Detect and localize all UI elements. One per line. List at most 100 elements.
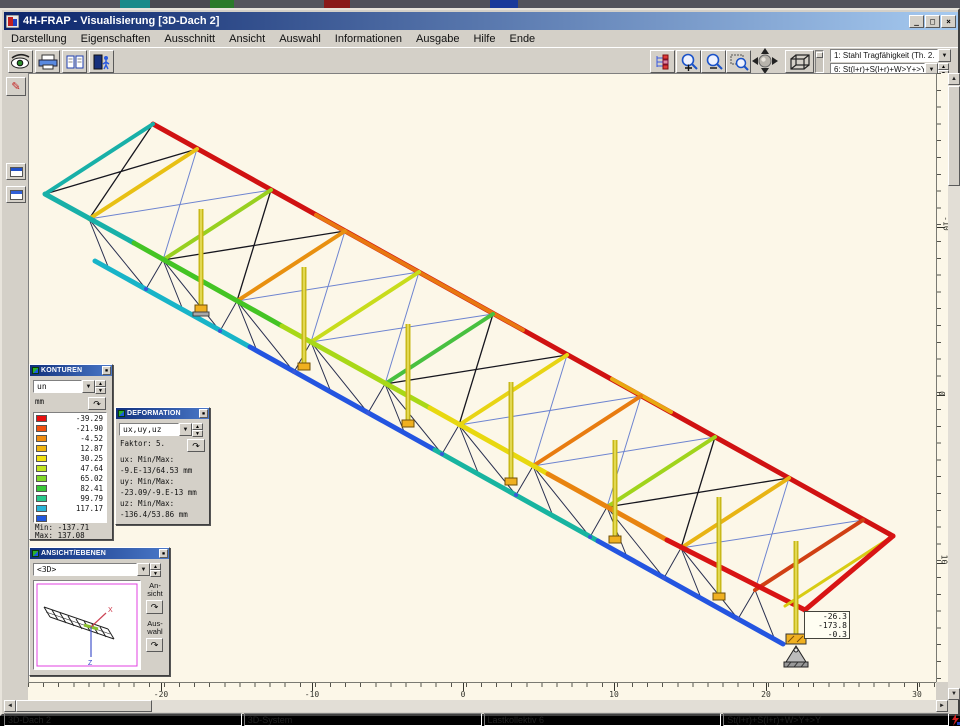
- legend-swatch: [36, 425, 47, 432]
- apply-arrow-icon: ↷: [93, 400, 101, 408]
- deformation-apply-button[interactable]: ↷: [187, 439, 205, 452]
- edit-button[interactable]: ✎: [6, 77, 26, 96]
- window-title: 4H-FRAP - Visualisierung [3D-Dach 2]: [23, 15, 908, 27]
- legend-value: -4.52: [47, 434, 106, 443]
- konturen-apply-button[interactable]: ↷: [88, 397, 106, 410]
- konturen-combo-arrow-icon[interactable]: ▼: [82, 380, 95, 393]
- auswahl-apply-button[interactable]: ↷: [146, 638, 163, 652]
- spin-down-icon[interactable]: ▼: [95, 387, 106, 394]
- toolbar: 1: Stahl Tragfähigkeit (Th. 2. O ▼ 6: St…: [4, 47, 958, 74]
- legend-swatch: [36, 455, 47, 462]
- eye-icon: [10, 53, 31, 70]
- konturen-titlebar[interactable]: KONTUREN ▪: [30, 365, 112, 376]
- preview-button[interactable]: [8, 50, 33, 73]
- legend-swatch: [36, 415, 47, 422]
- ansicht-combo-value[interactable]: <3D>: [33, 563, 137, 576]
- ansicht-titlebar[interactable]: ANSICHT/EBENEN ▪: [30, 548, 169, 559]
- spin-down-icon[interactable]: ▼: [192, 430, 203, 437]
- cube-rotate-slider[interactable]: [815, 50, 824, 73]
- spin-up-icon[interactable]: ▲: [150, 563, 161, 570]
- deformation-combo[interactable]: ux,uy,uz ▼ ▲ ▼: [119, 423, 203, 436]
- scroll-down-icon[interactable]: ▼: [948, 688, 960, 700]
- zoom-in-button[interactable]: [676, 50, 701, 73]
- faktor-value: 5.: [156, 438, 165, 449]
- konturen-spinner[interactable]: ▲ ▼: [95, 380, 106, 393]
- result-combo-value[interactable]: 1: Stahl Tragfähigkeit (Th. 2. O: [830, 49, 938, 62]
- deformation-close-icon[interactable]: ▪: [199, 409, 208, 418]
- minimized-panel-button-2[interactable]: [6, 186, 26, 203]
- konturen-combo-value[interactable]: un: [33, 380, 82, 393]
- spin-up-icon[interactable]: ▲: [192, 423, 203, 430]
- ansicht-panel[interactable]: ANSICHT/EBENEN ▪ <3D> ▼ ▲ ▼: [29, 547, 170, 676]
- left-tool-strip: ✎: [4, 73, 29, 710]
- spin-up-icon[interactable]: ▲: [938, 63, 949, 70]
- left-support: [193, 312, 209, 316]
- menu-auswahl[interactable]: Auswahl: [272, 32, 328, 46]
- ansicht-combo[interactable]: <3D> ▼ ▲ ▼: [33, 563, 161, 576]
- deformation-combo-value[interactable]: ux,uy,uz: [119, 423, 179, 436]
- deformation-spinner[interactable]: ▲ ▼: [192, 423, 203, 436]
- apply-arrow-icon: ↷: [151, 603, 159, 611]
- spin-down-icon[interactable]: ▼: [150, 570, 161, 577]
- konturen-panel[interactable]: KONTUREN ▪ un ▼ ▲ ▼ mm ↷ -39.29 -21.90 -…: [29, 364, 113, 540]
- konturen-close-icon[interactable]: ▪: [102, 366, 111, 375]
- v-scroll-thumb[interactable]: [948, 86, 960, 186]
- deformation-panel[interactable]: DEFORMATION ▪ ux,uy,uz ▼ ▲ ▼ Faktor: 5. …: [115, 407, 210, 525]
- close-button[interactable]: ×: [941, 15, 956, 28]
- cube-slider-thumb[interactable]: [816, 52, 823, 58]
- far-top-chord: [153, 124, 893, 536]
- scroll-left-icon[interactable]: ◄: [4, 700, 16, 712]
- menu-ausschnitt[interactable]: Ausschnitt: [157, 32, 222, 46]
- result-combo-arrow-icon[interactable]: ▼: [938, 49, 951, 62]
- ansicht-combo-arrow-icon[interactable]: ▼: [137, 563, 150, 576]
- ansicht-spinner[interactable]: ▲ ▼: [150, 563, 161, 576]
- print-button[interactable]: [35, 50, 60, 73]
- zoom-out-button[interactable]: [701, 50, 726, 73]
- structure-tree-button[interactable]: [650, 50, 675, 73]
- horizontal-scrollbar[interactable]: ◄ ►: [4, 700, 948, 712]
- deformation-titlebar[interactable]: DEFORMATION ▪: [116, 408, 209, 419]
- result-combo[interactable]: 1: Stahl Tragfähigkeit (Th. 2. O ▼: [830, 49, 951, 62]
- apply-arrow-icon: ↷: [151, 641, 159, 649]
- viewport-3d[interactable]: -26.3 -173.8 -0.3 KONTUREN ▪ un ▼ ▲ ▼ mm…: [28, 73, 936, 682]
- app-icon: [6, 15, 19, 28]
- scroll-up-icon[interactable]: ▲: [948, 73, 960, 85]
- uz-value: -136.4/53.86 mm: [120, 509, 197, 520]
- view-preview[interactable]: X Z: [33, 580, 141, 670]
- h-scroll-thumb[interactable]: [16, 700, 152, 712]
- deformation-combo-arrow-icon[interactable]: ▼: [179, 423, 192, 436]
- minimize-button[interactable]: _: [909, 15, 924, 28]
- title-bar[interactable]: 4H-FRAP - Visualisierung [3D-Dach 2] _ □…: [4, 12, 958, 30]
- menu-ende[interactable]: Ende: [502, 32, 542, 46]
- menu-darstellung[interactable]: Darstellung: [4, 32, 74, 46]
- legend-swatch: [36, 435, 47, 442]
- vertical-scrollbar[interactable]: ▲ ▼: [948, 73, 960, 700]
- panel-icon: [32, 367, 39, 374]
- h-ruler-label: 0: [461, 690, 466, 699]
- annotation-line-1: -26.3: [807, 612, 847, 621]
- maximize-button[interactable]: □: [925, 15, 940, 28]
- menu-eigenschaften[interactable]: Eigenschaften: [74, 32, 158, 46]
- app-window: 4H-FRAP - Visualisierung [3D-Dach 2] _ □…: [0, 8, 960, 716]
- exit-button[interactable]: [89, 50, 114, 73]
- faktor-label: Faktor:: [120, 438, 152, 449]
- menu-informationen[interactable]: Informationen: [328, 32, 409, 46]
- contour-legend: -39.29 -21.90 -4.52 12.87 30.25 47.64 65…: [33, 412, 107, 523]
- panel-icon: [118, 410, 125, 417]
- legend-swatch: [36, 465, 47, 472]
- minimized-panel-button-1[interactable]: [6, 163, 26, 180]
- konturen-combo[interactable]: un ▼ ▲ ▼: [33, 380, 106, 393]
- menu-hilfe[interactable]: Hilfe: [466, 32, 502, 46]
- scroll-right-icon[interactable]: ►: [936, 700, 948, 712]
- pages-button[interactable]: [62, 50, 87, 73]
- ansicht-label-line2: sicht: [145, 590, 165, 598]
- ansicht-apply-button[interactable]: ↷: [146, 600, 163, 614]
- menu-ausgabe[interactable]: Ausgabe: [409, 32, 466, 46]
- mini-window-edit-icon: [10, 190, 23, 200]
- menu-ansicht[interactable]: Ansicht: [222, 32, 272, 46]
- cube-view-button[interactable]: [785, 50, 814, 73]
- ansicht-close-icon[interactable]: ▪: [159, 549, 168, 558]
- v-ruler-label: 0: [937, 391, 946, 396]
- spin-up-icon[interactable]: ▲: [95, 380, 106, 387]
- zoom-window-button[interactable]: [726, 50, 751, 73]
